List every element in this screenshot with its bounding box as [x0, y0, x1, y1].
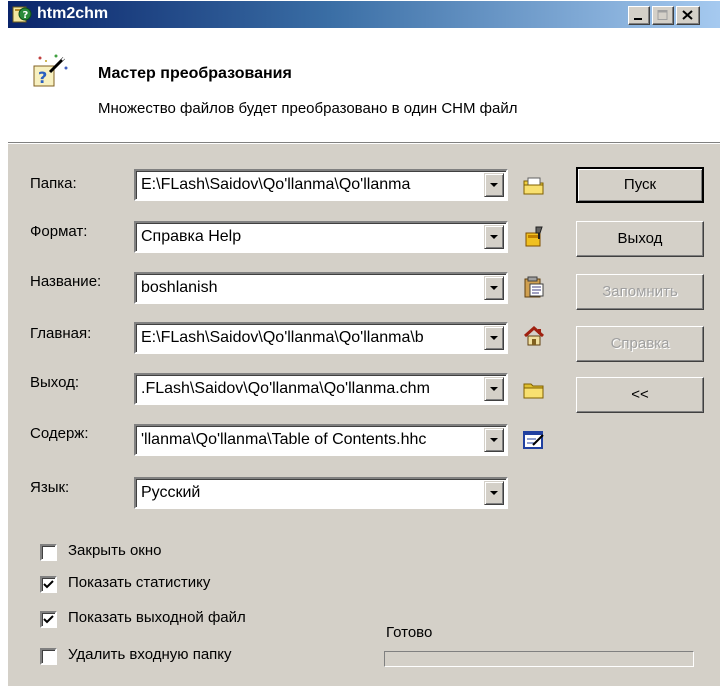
wizard-subtitle: Множество файлов будет преобразовано в о… [98, 100, 518, 117]
checkmark-icon [43, 615, 54, 624]
language-combo[interactable]: Русский [134, 477, 508, 509]
format-combo[interactable]: Справка Help [134, 221, 508, 253]
show-output-checkbox[interactable] [40, 611, 57, 628]
main-page-combo[interactable]: E:\FLash\Saidov\Qo'llanma\Qo'llanma\b [134, 322, 508, 354]
delete-input-checkbox[interactable] [40, 648, 57, 665]
show-stats-label: Показать статистику [68, 574, 211, 591]
format-value: Справка Help [141, 228, 242, 245]
chevron-down-icon[interactable] [484, 326, 504, 350]
contents-combo[interactable]: 'llanma\Qo'llanma\Table of Contents.hhc [134, 424, 508, 456]
clipboard-icon[interactable] [522, 276, 546, 298]
delete-input-label: Удалить входную папку [68, 646, 232, 663]
close-window-checkbox[interactable] [40, 544, 57, 561]
chevron-down-icon[interactable] [484, 225, 504, 249]
window-title: htm2chm [37, 5, 109, 22]
close-button[interactable] [676, 6, 700, 25]
name-label: Название: [30, 273, 102, 290]
contents-label: Содерж: [30, 425, 89, 442]
wizard-header: ? Мастер преобразования Множество файлов… [8, 28, 720, 144]
progress-bar [384, 651, 694, 667]
checkmark-icon [43, 580, 54, 589]
language-label: Язык: [30, 479, 70, 496]
minimize-icon [634, 18, 642, 20]
show-output-label: Показать выходной файл [68, 609, 246, 626]
language-value: Русский [141, 484, 201, 501]
output-combo[interactable]: .FLash\Saidov\Qo'llanma\Qo'llanma.chm [134, 373, 508, 405]
main-page-value: E:\FLash\Saidov\Qo'llanma\Qo'llanma\b [141, 329, 424, 346]
name-value: boshlanish [141, 279, 218, 296]
wizard-wand-icon: ? [30, 52, 70, 92]
title-bar[interactable]: ? htm2chm [8, 1, 720, 28]
exit-button[interactable]: Выход [576, 221, 704, 257]
home-icon[interactable] [522, 325, 546, 347]
format-label: Формат: [30, 223, 88, 240]
contents-value: 'llanma\Qo'llanma\Table of Contents.hhc [141, 431, 427, 448]
edit-contents-icon[interactable] [522, 428, 546, 450]
svg-text:?: ? [23, 10, 29, 21]
minimize-button[interactable] [628, 6, 650, 25]
folder-value: E:\FLash\Saidov\Qo'llanma\Qo'llanma [141, 176, 411, 193]
svg-text:?: ? [38, 68, 47, 87]
output-value: .FLash\Saidov\Qo'llanma\Qo'llanma.chm [141, 380, 430, 397]
close-icon [682, 10, 693, 20]
name-combo[interactable]: boshlanish [134, 272, 508, 304]
htm2chm-window: ? htm2chm ? Мастер преобразования Множес… [6, 0, 720, 686]
help-button[interactable]: Справка [576, 326, 704, 362]
folder-combo[interactable]: E:\FLash\Saidov\Qo'llanma\Qo'llanma [134, 169, 508, 201]
chevron-down-icon[interactable] [484, 173, 504, 197]
chevron-down-icon[interactable] [484, 276, 504, 300]
chevron-down-icon[interactable] [484, 428, 504, 452]
chevron-down-icon[interactable] [484, 377, 504, 401]
folder-label: Папка: [30, 175, 77, 192]
close-window-label: Закрыть окно [68, 542, 162, 559]
maximize-icon [657, 10, 668, 20]
main-page-label: Главная: [30, 325, 92, 342]
maximize-button[interactable] [652, 6, 674, 25]
chevron-down-icon[interactable] [484, 481, 504, 505]
folder-open-icon[interactable] [522, 379, 546, 401]
format-settings-icon[interactable] [522, 225, 546, 247]
app-help-icon: ? [12, 5, 32, 24]
output-label: Выход: [30, 374, 80, 391]
status-text: Готово [386, 624, 433, 641]
collapse-button[interactable]: << [576, 377, 704, 413]
remember-button[interactable]: Запомнить [576, 274, 704, 310]
show-stats-checkbox[interactable] [40, 576, 57, 593]
start-button[interactable]: Пуск [576, 167, 704, 203]
folder-browse-icon[interactable] [522, 175, 546, 197]
wizard-title: Мастер преобразования [98, 65, 292, 82]
